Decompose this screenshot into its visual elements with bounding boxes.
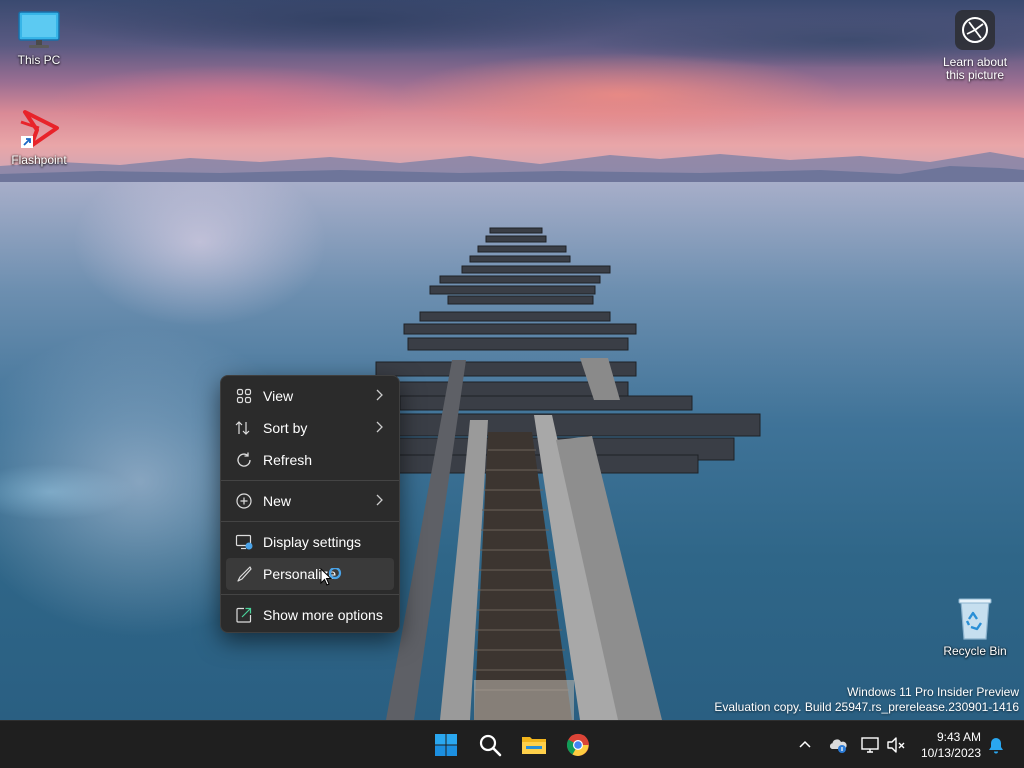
desktop-icon-label: This PC [17, 53, 61, 67]
monitor-icon [18, 11, 60, 48]
menu-item-display-settings[interactable]: Display settings [226, 526, 394, 558]
menu-item-label: Refresh [263, 452, 313, 468]
menu-item-label: Show more options [263, 607, 383, 623]
mouse-cursor-busy-icon [320, 568, 342, 586]
menu-item-new[interactable]: New [226, 485, 394, 517]
clock-time: 9:43 AM [936, 730, 981, 744]
menu-item-personalize[interactable]: Personalize [226, 558, 394, 590]
menu-separator [221, 521, 399, 522]
taskbar-file-explorer-button[interactable] [514, 725, 554, 765]
taskbar-chrome-button[interactable] [558, 725, 598, 765]
menu-item-label: View [263, 388, 294, 404]
chevron-right-icon [376, 421, 383, 433]
sort-icon [234, 418, 254, 438]
menu-separator [221, 480, 399, 481]
windows-watermark: Windows 11 Pro Insider Preview Evaluatio… [714, 685, 1019, 715]
windows-start-icon [435, 734, 457, 756]
brush-icon [234, 564, 254, 584]
onedrive-icon[interactable] [828, 735, 848, 755]
learn-about-this-picture[interactable]: Learn about this picture [937, 10, 1013, 82]
taskbar-start-button[interactable] [426, 725, 466, 765]
watermark-build: Evaluation copy. Build 25947.rs_prerelea… [714, 700, 1019, 714]
recycle-bin-icon [958, 598, 992, 640]
bell-icon[interactable] [987, 736, 1005, 754]
taskbar-search-button[interactable] [470, 725, 510, 765]
grid-view-icon [234, 386, 254, 406]
share-arrow-icon [234, 605, 254, 625]
taskbar-clock[interactable]: 9:43 AM 10/13/2023 [915, 729, 981, 761]
network-icon[interactable] [860, 735, 880, 755]
desktop-icon-recycle-bin[interactable]: Recycle Bin [937, 597, 1013, 658]
menu-item-view[interactable]: View [226, 380, 394, 412]
chevron-right-icon [376, 494, 383, 506]
wallpaper-pier [375, 227, 761, 720]
refresh-icon [234, 450, 254, 470]
chrome-icon [566, 733, 589, 756]
menu-item-sort-by[interactable]: Sort by [226, 412, 394, 444]
clock-date: 10/13/2023 [920, 746, 981, 760]
taskbar: 9:43 AM 10/13/2023 [0, 720, 1024, 768]
speaker-muted-icon[interactable] [886, 735, 906, 755]
menu-item-show-more-options[interactable]: Show more options [226, 599, 394, 631]
watermark-edition: Windows 11 Pro Insider Preview [847, 685, 1019, 699]
flashpoint-logo-icon [20, 110, 59, 148]
menu-item-label: Display settings [263, 534, 362, 550]
desktop-icon-label: Flashpoint [11, 153, 67, 167]
learn-about-icon-bg [955, 10, 995, 50]
chevron-up-icon[interactable] [796, 735, 814, 753]
plus-circle-icon [234, 491, 254, 511]
folder-icon [522, 737, 546, 754]
chevron-right-icon [376, 389, 383, 401]
camera-lens-icon [962, 17, 988, 43]
menu-item-refresh[interactable]: Refresh [226, 444, 394, 476]
desktop-context-menu: View Sort by Refresh New Display setting… [220, 375, 400, 633]
desktop-icon-flashpoint[interactable]: Flashpoint [1, 108, 77, 167]
menu-separator [221, 594, 399, 595]
desktop-icon-this-pc[interactable]: This PC [1, 10, 77, 67]
display-settings-icon [234, 532, 254, 552]
desktop[interactable]: This PC Flashpoint Recycle Bin Learn abo… [0, 0, 1024, 768]
menu-item-label: New [263, 493, 292, 509]
menu-item-label: Sort by [263, 420, 308, 436]
learn-about-label: Learn about this picture [942, 55, 1008, 82]
search-icon [479, 734, 502, 757]
desktop-icon-label: Recycle Bin [943, 644, 1007, 658]
